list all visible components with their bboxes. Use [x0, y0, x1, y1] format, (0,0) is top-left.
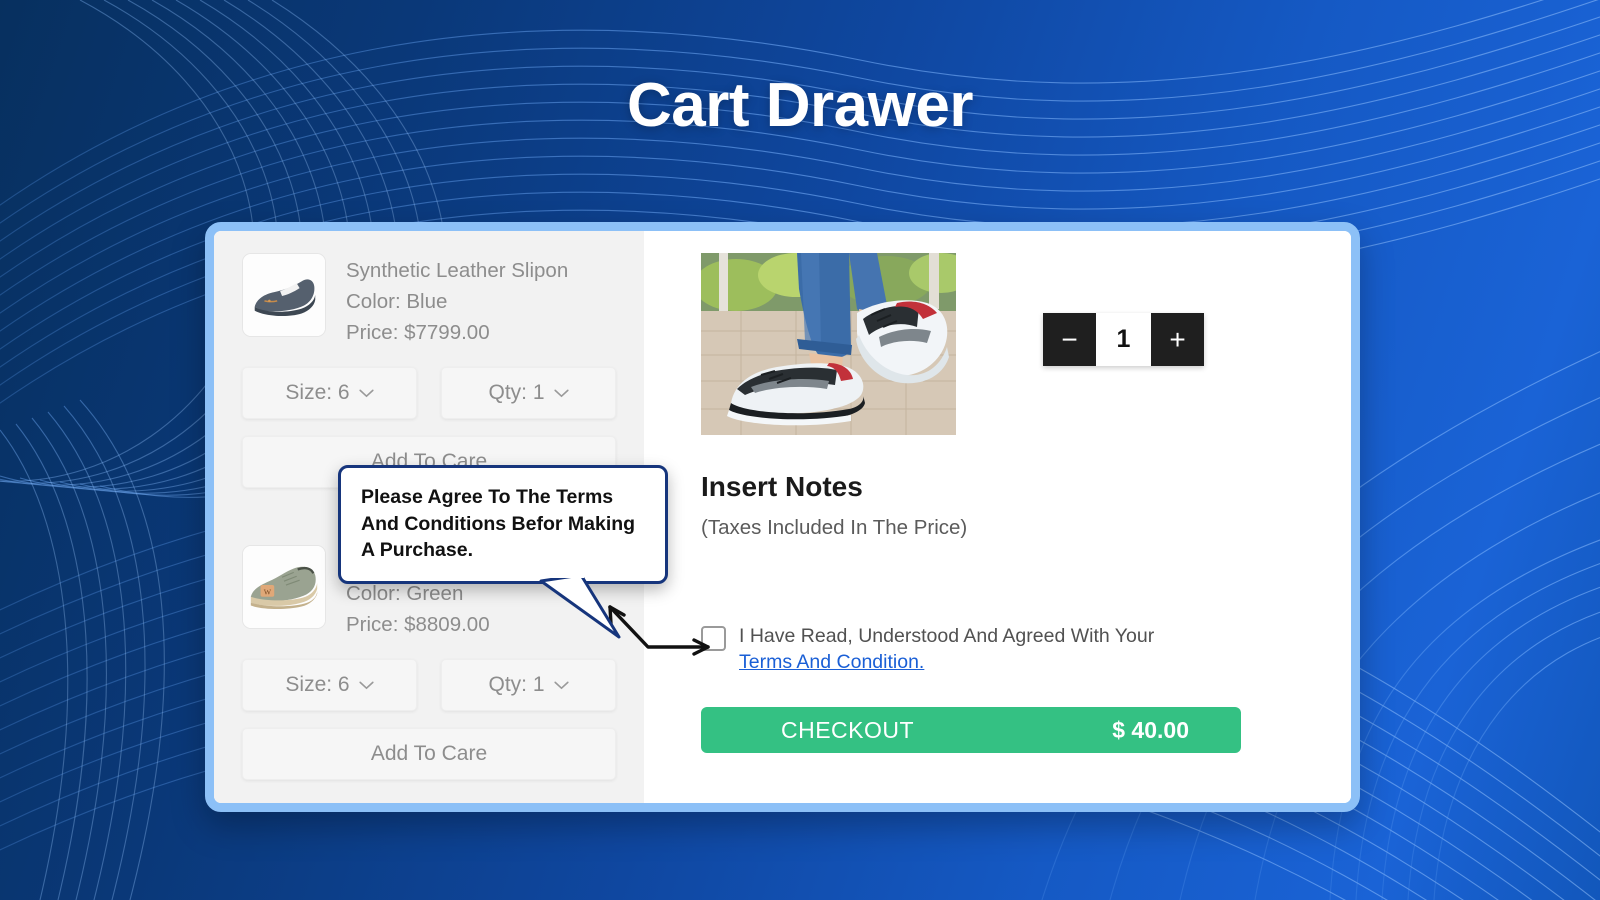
product-option-row: Size: 6 Qty: 1 — [242, 367, 616, 419]
qty-select-label: Qty: 1 — [488, 673, 545, 696]
checkout-button[interactable]: CHECKOUT $ 40.00 — [701, 707, 1241, 753]
cart-summary-panel: − 1 + Insert Notes (Taxes Included In Th… — [644, 231, 1351, 803]
sneakers-photo — [701, 253, 956, 435]
insert-notes-heading: Insert Notes — [701, 471, 863, 502]
minus-icon: − — [1061, 323, 1078, 355]
chevron-down-icon — [553, 681, 569, 689]
terms-warning-tooltip: Please Agree To The Terms And Conditions… — [338, 465, 668, 639]
chevron-down-icon — [358, 389, 374, 397]
svg-text:W: W — [264, 587, 272, 596]
qty-select[interactable]: Qty: 1 — [441, 367, 616, 419]
product-thumbnail[interactable]: W — [242, 545, 326, 629]
blue-slipon-shoe-icon — [243, 254, 325, 336]
hero-row: − 1 + — [701, 253, 1313, 435]
tooltip-message: Please Agree To The Terms And Conditions… — [361, 486, 636, 561]
size-select[interactable]: Size: 6 — [242, 659, 417, 711]
qty-select-label: Qty: 1 — [488, 381, 545, 404]
terms-agreement-row: I Have Read, Understood And Agreed With … — [701, 623, 1313, 675]
size-select-label: Size: 6 — [285, 381, 350, 404]
product-color: Color: Blue — [346, 290, 448, 313]
quantity-increment-button[interactable]: + — [1151, 313, 1204, 366]
terms-text: I Have Read, Understood And Agreed With … — [739, 623, 1169, 675]
terms-and-conditions-link[interactable]: Terms And Condition. — [739, 649, 924, 675]
quantity-stepper: − 1 + — [1043, 313, 1204, 366]
product-option-row: Size: 6 Qty: 1 — [242, 659, 616, 711]
chevron-down-icon — [553, 389, 569, 397]
checkout-total: $ 40.00 — [1112, 716, 1189, 743]
qty-select[interactable]: Qty: 1 — [441, 659, 616, 711]
page-title: Cart Drawer — [627, 71, 973, 140]
plus-icon: + — [1169, 323, 1186, 355]
chevron-down-icon — [358, 681, 374, 689]
add-to-cart-label: Add To Care — [370, 742, 488, 765]
quantity-value[interactable]: 1 — [1096, 313, 1151, 366]
terms-statement: I Have Read, Understood And Agreed With … — [739, 625, 1155, 647]
product-info: Synthetic Leather Slipon Color: Blue Pri… — [346, 253, 568, 348]
quantity-decrement-button[interactable]: − — [1043, 313, 1096, 366]
product-name: Synthetic Leather Slipon — [346, 259, 569, 282]
page-background: Cart Drawer Synthetic Leather Slipon Col… — [0, 0, 1600, 900]
terms-checkbox[interactable] — [701, 626, 726, 651]
taxes-included-note: (Taxes Included In The Price) — [701, 516, 968, 539]
product-thumbnail[interactable] — [242, 253, 326, 337]
green-sneaker-shoe-icon: W — [243, 546, 325, 628]
product-hero-image — [701, 253, 956, 435]
checkout-label: CHECKOUT — [781, 716, 915, 743]
cart-line-item: Synthetic Leather Slipon Color: Blue Pri… — [242, 253, 616, 488]
tooltip-tail — [539, 575, 621, 639]
size-select-label: Size: 6 — [285, 673, 350, 696]
cart-item-header: Synthetic Leather Slipon Color: Blue Pri… — [242, 253, 616, 348]
size-select[interactable]: Size: 6 — [242, 367, 417, 419]
add-to-cart-button[interactable]: Add To Care — [242, 728, 616, 780]
product-price: Price: $7799.00 — [346, 321, 490, 344]
